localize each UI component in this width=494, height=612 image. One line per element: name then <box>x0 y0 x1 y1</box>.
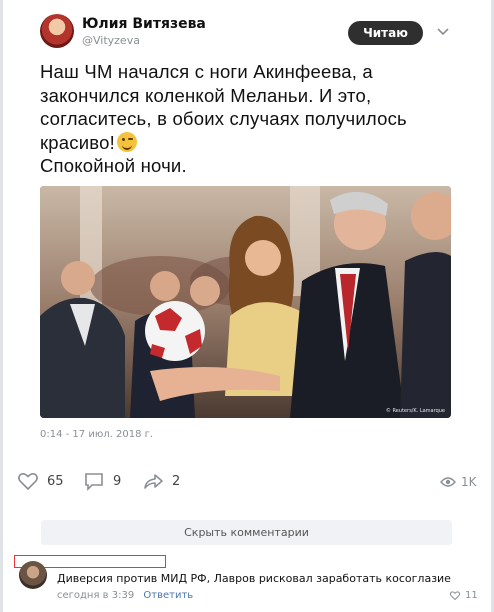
tweet-line-text: красиво! <box>40 131 115 153</box>
action-bar: 65 9 2 <box>0 470 494 494</box>
left-frame-border <box>0 0 3 612</box>
comment-time[interactable]: сегодня в 3:39 <box>57 590 134 601</box>
heart-icon <box>18 473 38 491</box>
hide-comments-button[interactable]: Скрыть комментарии <box>41 520 452 545</box>
author-name[interactable]: Юлия Витязева <box>82 16 206 32</box>
author-avatar[interactable] <box>40 14 74 48</box>
share-arrow-icon <box>144 474 163 489</box>
comment-text: Диверсия против МИД РФ, Лавров рисковал … <box>57 572 451 585</box>
photo-illustration <box>40 186 451 418</box>
like-count: 65 <box>47 473 64 489</box>
commenter-avatar[interactable] <box>19 561 47 589</box>
like-button[interactable]: 65 <box>17 470 64 492</box>
views-count: 1K <box>461 475 477 489</box>
author-handle[interactable]: @Vityzeva <box>82 34 140 47</box>
tweet-text: Наш ЧМ начался с ноги Акинфеева, а закон… <box>40 60 470 178</box>
comment-like-button[interactable]: 11 <box>449 590 478 601</box>
repost-button[interactable]: 2 <box>142 470 180 492</box>
tweet-line: согласитесь, в обоих случаях получилось <box>40 108 407 129</box>
tweet-line: красиво! <box>40 131 470 155</box>
photo-caption: © Reuters/K. Lamarque <box>385 408 445 414</box>
tweet-line: Наш ЧМ начался с ноги Акинфеева, а <box>40 61 373 82</box>
repost-count: 2 <box>172 473 181 489</box>
reply-link[interactable]: Ответить <box>143 590 193 601</box>
views-counter: 1K <box>440 475 477 489</box>
comment-icon <box>85 473 103 491</box>
comment-meta: сегодня в 3:39 Ответить <box>57 590 193 601</box>
comment-like-count: 11 <box>465 590 478 601</box>
tweet-line: Спокойной ночи. <box>40 155 187 176</box>
winking-face-icon <box>116 131 137 152</box>
comment-count: 9 <box>113 473 122 489</box>
chevron-down-icon[interactable] <box>436 25 450 39</box>
heart-icon <box>449 591 461 601</box>
tweet-line: закончился коленкой Меланьи. И это, <box>40 84 372 106</box>
tweet-photo[interactable]: © Reuters/K. Lamarque <box>40 186 451 418</box>
follow-button[interactable]: Читаю <box>348 21 423 45</box>
eye-icon <box>440 477 456 487</box>
tweet-timestamp[interactable]: 0:14 - 17 июл. 2018 г. <box>40 429 153 440</box>
comment-button[interactable]: 9 <box>83 470 121 492</box>
